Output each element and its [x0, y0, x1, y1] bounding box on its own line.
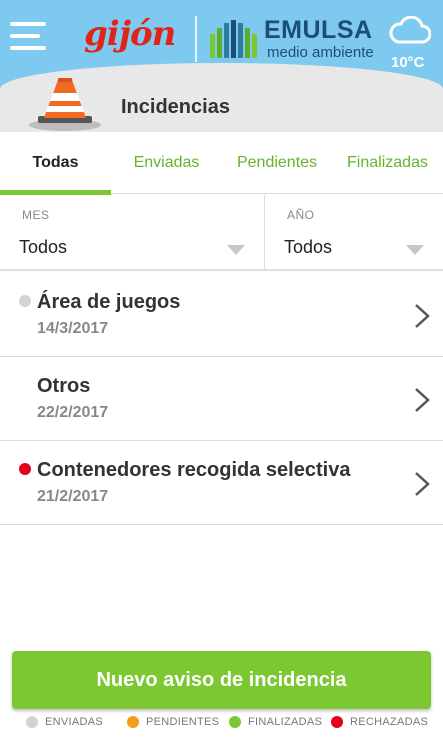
incident-date: 21/2/2017 [37, 488, 109, 505]
emulsa-logo-tagline: medio ambiente [267, 44, 374, 61]
app-screen: gijón EMULSA medio ambiente 10°C Inciden… [0, 0, 443, 738]
legend-item-rechazadas: RECHAZADAS [331, 716, 428, 728]
incident-row[interactable]: Área de juegos 14/3/2017 [0, 273, 443, 357]
emulsa-logo-mark-icon [210, 20, 257, 58]
status-dot [19, 463, 31, 475]
legend-label: RECHAZADAS [350, 716, 429, 728]
hamburger-menu-icon[interactable] [10, 22, 46, 52]
year-select[interactable]: AÑO Todos [265, 195, 443, 269]
new-incident-button[interactable]: Nuevo aviso de incidencia [12, 651, 431, 709]
incident-date: 22/2/2017 [37, 404, 109, 421]
legend-item-pendientes: PENDIENTES [127, 716, 219, 728]
month-select[interactable]: MES Todos [0, 195, 264, 269]
status-legend: ENVIADAS PENDIENTES FINALIZADAS RECHAZAD… [0, 716, 443, 736]
tab-finalizadas[interactable]: Finalizadas [332, 132, 443, 194]
temperature-readout: 10°C [391, 54, 425, 71]
legend-dot [331, 716, 343, 728]
legend-dot [127, 716, 139, 728]
page-title: Incidencias [121, 96, 230, 118]
incident-row[interactable]: Contenedores recogida selectiva 21/2/201… [0, 441, 443, 525]
dropdown-arrow-icon [406, 245, 424, 255]
legend-label: FINALIZADAS [248, 716, 323, 728]
incident-title: Contenedores recogida selectiva [37, 459, 351, 481]
status-dot [19, 295, 31, 307]
incident-list: Área de juegos 14/3/2017 Otros 22/2/2017… [0, 273, 443, 525]
gijon-logo: gijón [84, 14, 176, 54]
chevron-right-icon [415, 304, 430, 328]
status-tabs: Todas Enviadas Pendientes Finalizadas [0, 132, 443, 195]
dropdown-arrow-icon [227, 245, 245, 255]
incident-title: Otros [37, 375, 91, 397]
traffic-cone-icon [29, 78, 101, 131]
legend-item-finalizadas: FINALIZADAS [229, 716, 322, 728]
legend-dot [26, 716, 38, 728]
year-select-value: Todos [284, 237, 333, 257]
year-select-label: AÑO [287, 208, 315, 222]
tab-enviadas[interactable]: Enviadas [111, 132, 222, 194]
cloud-icon[interactable] [389, 16, 431, 44]
tab-todas[interactable]: Todas [0, 132, 111, 195]
incident-title: Área de juegos [37, 291, 181, 313]
chevron-right-icon [415, 388, 430, 412]
tab-pendientes[interactable]: Pendientes [222, 132, 332, 194]
legend-item-enviadas: ENVIADAS [26, 716, 103, 728]
incident-date: 14/3/2017 [37, 320, 109, 337]
app-header: gijón EMULSA medio ambiente 10°C [0, 0, 443, 89]
legend-label: ENVIADAS [45, 716, 104, 728]
month-select-label: MES [22, 208, 50, 222]
month-select-value: Todos [19, 237, 68, 257]
filters-bar: MES Todos AÑO Todos [0, 195, 443, 271]
emulsa-logo-text: EMULSA [264, 16, 373, 44]
incident-row[interactable]: Otros 22/2/2017 [0, 357, 443, 441]
legend-dot [229, 716, 241, 728]
logo-divider [195, 16, 197, 62]
legend-label: PENDIENTES [146, 716, 220, 728]
chevron-right-icon [415, 472, 430, 496]
